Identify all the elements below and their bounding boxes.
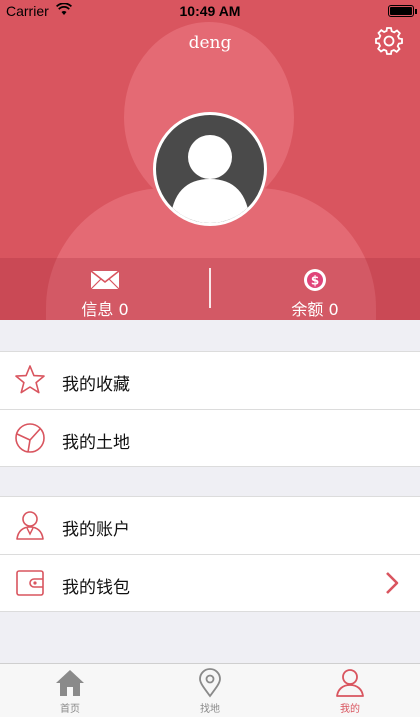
envelope-icon <box>90 270 120 290</box>
tab-find[interactable]: 找地 <box>140 664 280 717</box>
svg-text:$: $ <box>311 274 319 288</box>
chevron-right-icon <box>386 572 399 594</box>
tab-home[interactable]: 首页 <box>0 664 140 717</box>
home-icon <box>56 670 84 696</box>
messages-stat[interactable]: 信息 0 <box>0 258 210 320</box>
profile-header: Carrier 10:49 AM deng 信息 0 $ 余额 0 <box>0 0 420 320</box>
location-pin-icon <box>199 668 221 698</box>
status-bar: Carrier 10:49 AM <box>0 0 420 22</box>
battery-icon <box>388 5 417 17</box>
stats-bar: 信息 0 $ 余额 0 <box>0 258 420 320</box>
menu-label-account: 我的账户 <box>62 520 130 540</box>
balance-label: 余额 0 <box>291 300 339 319</box>
menu-label-wallet: 我的钱包 <box>62 578 130 598</box>
default-avatar-icon <box>170 135 250 223</box>
wallet-icon <box>16 570 44 596</box>
menu-item-land[interactable]: 我的土地 <box>0 409 420 466</box>
coin-icon: $ <box>304 269 326 291</box>
clock: 10:49 AM <box>179 3 241 19</box>
username: deng <box>188 33 232 53</box>
gear-icon[interactable] <box>374 26 404 56</box>
menu-group-1: 我的收藏 我的土地 <box>0 351 420 467</box>
user-icon <box>336 669 364 697</box>
tab-label-mine: 我的 <box>340 704 360 715</box>
account-icon <box>16 511 44 540</box>
menu-item-favorites[interactable]: 我的收藏 <box>0 352 420 409</box>
tab-mine[interactable]: 我的 <box>280 664 420 717</box>
menu-label-land: 我的土地 <box>62 433 130 453</box>
tab-label-find: 找地 <box>200 704 220 715</box>
menu-item-wallet[interactable]: 我的钱包 <box>0 554 420 611</box>
messages-label: 信息 0 <box>81 300 129 319</box>
menu-item-account[interactable]: 我的账户 <box>0 497 420 554</box>
menu-label-favorites: 我的收藏 <box>62 375 130 395</box>
balance-stat[interactable]: $ 余额 0 <box>210 258 420 320</box>
star-icon <box>15 365 45 394</box>
tab-label-home: 首页 <box>60 704 80 715</box>
land-icon <box>15 423 45 453</box>
menu-group-2: 我的账户 我的钱包 <box>0 496 420 612</box>
avatar[interactable] <box>153 112 267 226</box>
tab-bar: 首页 找地 我的 <box>0 663 420 717</box>
